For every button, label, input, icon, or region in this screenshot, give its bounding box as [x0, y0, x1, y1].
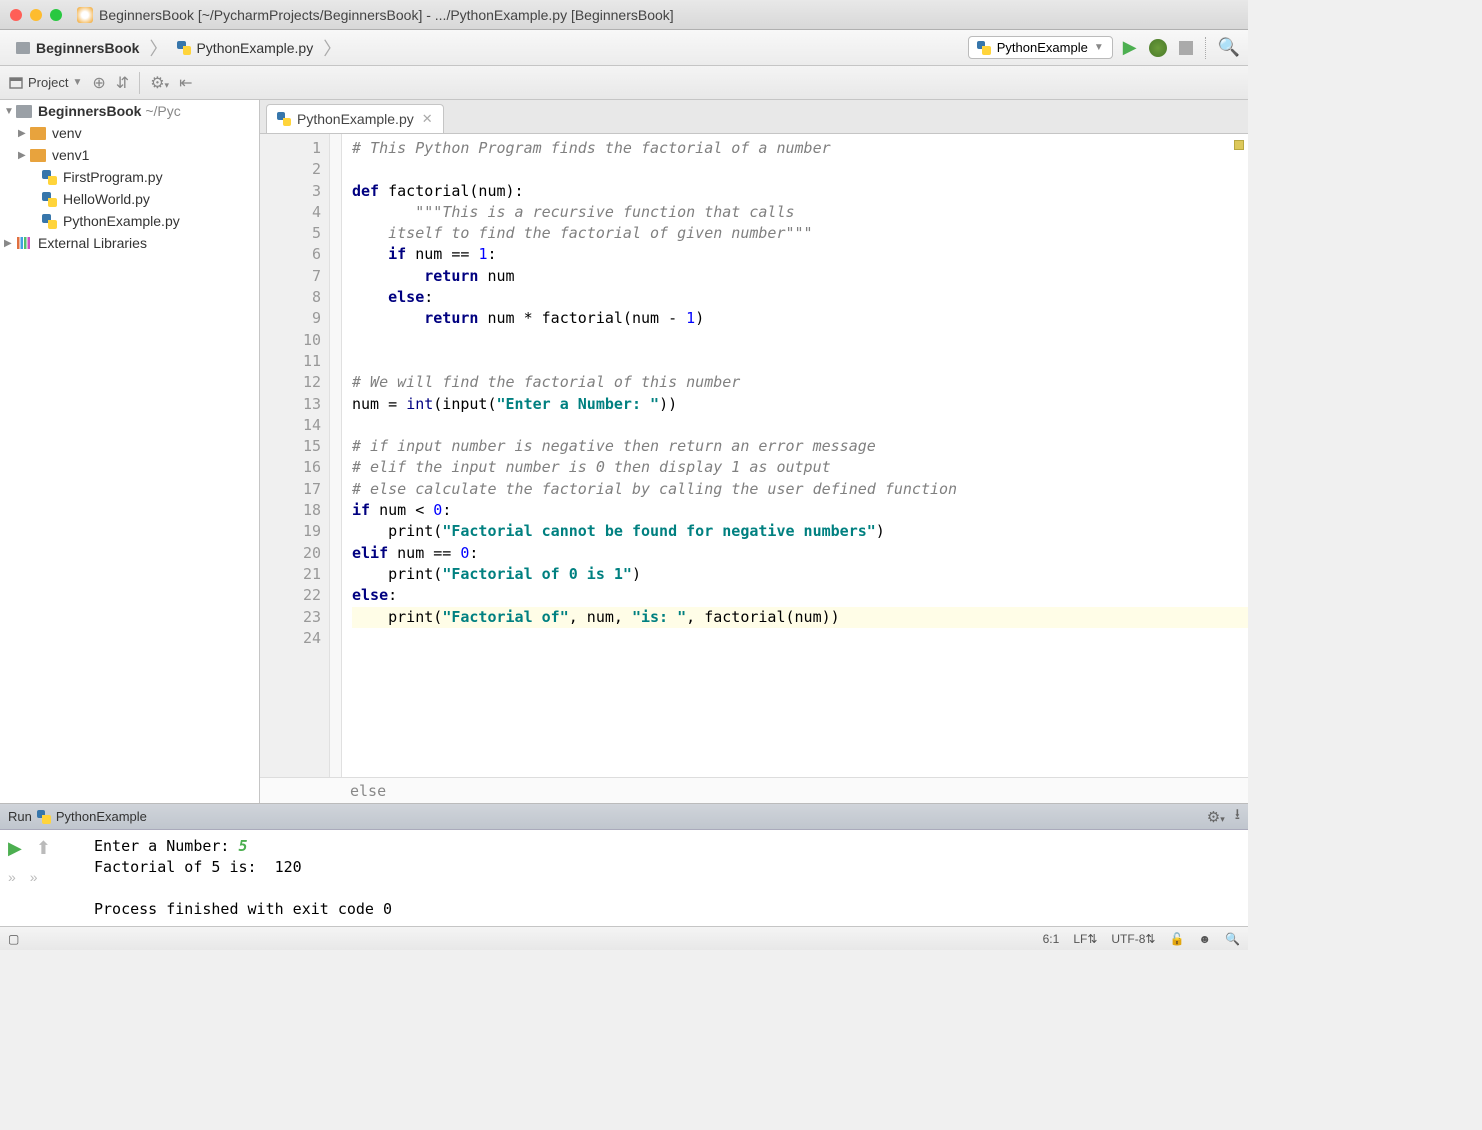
- tree-external-libraries[interactable]: ▶ External Libraries: [0, 232, 259, 254]
- breadcrumb-file[interactable]: PythonExample.py: [169, 36, 321, 60]
- python-file-icon: [977, 41, 991, 55]
- titlebar: BeginnersBook [~/PycharmProjects/Beginne…: [0, 0, 1248, 30]
- chevron-down-icon: ▼: [1094, 42, 1104, 53]
- tree-item-label: HelloWorld.py: [63, 191, 150, 207]
- folder-icon: [30, 149, 46, 162]
- run-header: Run PythonExample ⚙▾ ⭳: [0, 804, 1248, 830]
- chevron-right-icon[interactable]: ▶: [18, 150, 30, 161]
- settings-icon[interactable]: ⚙▾: [150, 73, 169, 93]
- tree-folder-venv1[interactable]: ▶ venv1: [0, 144, 259, 166]
- tree-item-label: venv: [52, 125, 82, 141]
- expand-icon[interactable]: »: [30, 869, 38, 885]
- code-editor[interactable]: 123456789101112131415161718192021222324 …: [260, 134, 1248, 777]
- window-controls: [10, 9, 62, 21]
- close-tab-icon[interactable]: ✕: [422, 111, 433, 127]
- chevron-right-icon[interactable]: ▶: [18, 128, 30, 139]
- folder-icon: [30, 127, 46, 140]
- code-breadcrumb[interactable]: else: [260, 777, 1248, 803]
- analysis-marker-icon[interactable]: [1234, 140, 1244, 150]
- maximize-window-icon[interactable]: [50, 9, 62, 21]
- tab-label: PythonExample.py: [297, 111, 414, 127]
- statusbar: ▢ 6:1 LF⇅ UTF-8⇅ 🔓 ☻ 🔍: [0, 926, 1248, 950]
- python-file-icon: [277, 112, 291, 126]
- project-panel: ▼ BeginnersBook ~/Pyc ▶ venv ▶ venv1 Fir…: [0, 100, 260, 803]
- separator: [139, 72, 140, 94]
- run-gutter: ▶ ⬆ » »: [0, 830, 90, 926]
- chevron-down-icon: ▼: [72, 77, 82, 88]
- download-icon[interactable]: ⭳: [1235, 804, 1240, 829]
- editor-tab[interactable]: PythonExample.py ✕: [266, 104, 444, 133]
- python-file-icon: [37, 810, 51, 824]
- breadcrumb-root-label: BeginnersBook: [36, 40, 139, 56]
- close-window-icon[interactable]: [10, 9, 22, 21]
- run-config-name: PythonExample: [56, 809, 147, 824]
- layout-icon[interactable]: ▢: [8, 932, 19, 946]
- python-file-icon: [42, 192, 57, 207]
- python-file-icon: [42, 170, 57, 185]
- tree-file[interactable]: FirstProgram.py: [0, 166, 259, 188]
- python-file-icon: [42, 214, 57, 229]
- tree-item-label: FirstProgram.py: [63, 169, 163, 185]
- chevron-right-icon[interactable]: ▶: [4, 238, 16, 249]
- editor-tabs: PythonExample.py ✕: [260, 100, 1248, 134]
- chevron-right-icon: 〉: [323, 35, 341, 61]
- run-button[interactable]: ▶: [1123, 37, 1137, 58]
- separator: [1205, 37, 1206, 59]
- line-gutter: 123456789101112131415161718192021222324: [260, 134, 330, 777]
- folder-icon: [16, 42, 30, 54]
- collapse-icon[interactable]: ⇵: [116, 73, 129, 93]
- tree-item-label: venv1: [52, 147, 89, 163]
- tree-folder-venv[interactable]: ▶ venv: [0, 122, 259, 144]
- inspector-icon[interactable]: ☻: [1198, 932, 1211, 946]
- lock-icon[interactable]: 🔓: [1169, 932, 1184, 946]
- folder-icon: [16, 105, 32, 118]
- hide-icon[interactable]: ⇤: [179, 73, 192, 93]
- tree-root-path: ~/Pyc: [145, 103, 180, 119]
- minimize-window-icon[interactable]: [30, 9, 42, 21]
- tree-root-label: BeginnersBook: [38, 103, 141, 119]
- code-content[interactable]: # This Python Program finds the factoria…: [342, 134, 1248, 777]
- up-icon[interactable]: ⬆: [36, 838, 51, 859]
- tree-item-label: External Libraries: [38, 235, 147, 251]
- chevron-down-icon[interactable]: ▼: [4, 106, 16, 117]
- expand-icon[interactable]: »: [8, 869, 16, 885]
- tree-item-label: PythonExample.py: [63, 213, 180, 229]
- python-file-icon: [177, 41, 191, 55]
- search-icon[interactable]: 🔍: [1225, 932, 1240, 946]
- run-config-selector[interactable]: PythonExample ▼: [968, 36, 1113, 59]
- run-config-label: PythonExample: [997, 40, 1088, 55]
- file-encoding[interactable]: UTF-8⇅: [1111, 932, 1155, 946]
- project-view-label: Project: [28, 75, 68, 90]
- fold-gutter: [330, 134, 342, 777]
- run-settings-icon[interactable]: ⚙▾: [1207, 808, 1225, 826]
- project-toolbar: Project ▼ ⊕ ⇵ ⚙▾ ⇤: [0, 66, 1248, 100]
- library-icon: [16, 236, 32, 250]
- cursor-position[interactable]: 6:1: [1043, 932, 1060, 946]
- navbar: BeginnersBook 〉 PythonExample.py 〉 Pytho…: [0, 30, 1248, 66]
- run-title: Run: [8, 809, 32, 824]
- tree-file[interactable]: PythonExample.py: [0, 210, 259, 232]
- run-tool-window: Run PythonExample ⚙▾ ⭳ ▶ ⬆ » » Enter a N…: [0, 803, 1248, 926]
- run-body: ▶ ⬆ » » Enter a Number: 5 Factorial of 5…: [0, 830, 1248, 926]
- tree-root[interactable]: ▼ BeginnersBook ~/Pyc: [0, 100, 259, 122]
- app-icon: [77, 7, 93, 23]
- stop-button[interactable]: [1179, 41, 1193, 55]
- locate-icon[interactable]: ⊕: [92, 73, 105, 93]
- chevron-right-icon: 〉: [149, 35, 167, 61]
- editor-area: PythonExample.py ✕ 123456789101112131415…: [260, 100, 1248, 803]
- breadcrumb-file-label: PythonExample.py: [196, 40, 313, 56]
- run-output[interactable]: Enter a Number: 5 Factorial of 5 is: 120…: [90, 830, 1248, 926]
- breadcrumb-root[interactable]: BeginnersBook: [8, 36, 147, 60]
- tree-file[interactable]: HelloWorld.py: [0, 188, 259, 210]
- window-title: BeginnersBook [~/PycharmProjects/Beginne…: [99, 7, 674, 23]
- rerun-button[interactable]: ▶: [8, 838, 22, 859]
- debug-button[interactable]: [1149, 39, 1167, 57]
- project-tool-icon: [8, 75, 24, 91]
- line-separator[interactable]: LF⇅: [1073, 932, 1097, 946]
- main-area: ▼ BeginnersBook ~/Pyc ▶ venv ▶ venv1 Fir…: [0, 100, 1248, 803]
- project-view-selector[interactable]: Project ▼: [8, 75, 82, 91]
- search-button[interactable]: 🔍: [1218, 37, 1240, 58]
- code-breadcrumb-label: else: [350, 782, 386, 800]
